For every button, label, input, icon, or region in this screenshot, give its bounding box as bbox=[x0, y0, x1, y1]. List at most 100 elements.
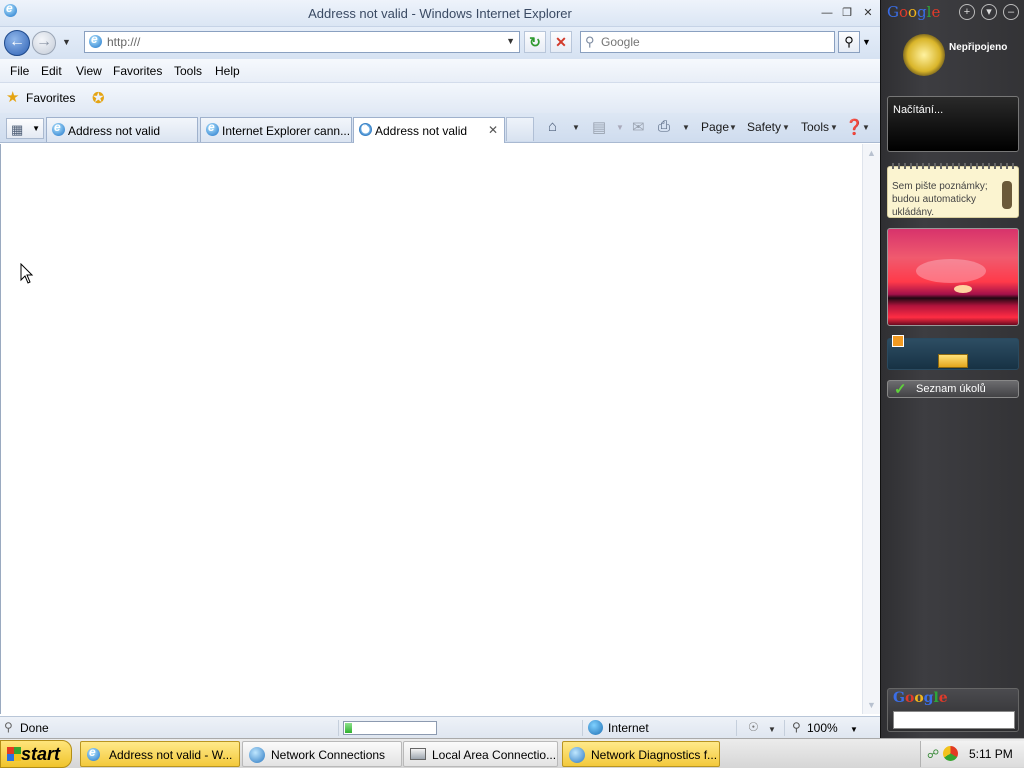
progress-bar bbox=[343, 721, 437, 735]
notes-scroll-handle[interactable] bbox=[1002, 181, 1012, 209]
stop-button[interactable]: ✕ bbox=[550, 31, 572, 53]
logo-letter: e bbox=[938, 690, 948, 706]
menu-view[interactable]: View bbox=[76, 64, 102, 78]
windows-flag-icon bbox=[7, 747, 21, 761]
menu-file[interactable]: File bbox=[10, 64, 29, 78]
zoom-level[interactable]: 100% bbox=[807, 721, 838, 735]
clock[interactable]: 5:11 PM bbox=[969, 747, 1013, 761]
refresh-button[interactable]: ↻ bbox=[524, 31, 546, 53]
feed-envelope-icon bbox=[938, 354, 968, 368]
zoom-icon[interactable]: ⚲ bbox=[792, 720, 801, 734]
feeds-icon[interactable]: ▤ bbox=[592, 118, 606, 136]
security-zone-label: Internet bbox=[608, 721, 649, 735]
scroll-down-icon[interactable]: ▼ bbox=[867, 700, 876, 710]
logo-letter: o bbox=[904, 690, 915, 706]
google-search-input[interactable] bbox=[893, 711, 1015, 729]
notes-text[interactable]: Sem pište poznámky; budou automaticky uk… bbox=[892, 180, 1000, 216]
google-desktop-sidebar: Google + ▾ – Nepřipojeno Načítání... Sem… bbox=[880, 0, 1024, 738]
taskbar-item-ie[interactable]: Address not valid - W... bbox=[80, 741, 240, 767]
taskbar-item-local-area-connection[interactable]: Local Area Connectio... bbox=[403, 741, 558, 767]
menu-help[interactable]: Help bbox=[215, 64, 240, 78]
refresh-icon: ↻ bbox=[529, 34, 541, 50]
protected-mode-dropdown-icon[interactable]: ▼ bbox=[768, 725, 776, 734]
close-tab-icon[interactable]: ✕ bbox=[488, 123, 498, 137]
loading-gadget[interactable]: Načítání... bbox=[887, 96, 1019, 152]
tab-list-dropdown-icon[interactable]: ▼ bbox=[32, 124, 40, 133]
rss-icon bbox=[892, 335, 904, 347]
address-dropdown-icon[interactable]: ▼ bbox=[506, 36, 515, 46]
system-tray: ☍ 5:11 PM bbox=[920, 741, 1024, 767]
search-box[interactable]: ⚲ bbox=[580, 31, 835, 53]
tab-address-not-valid-1[interactable]: Address not valid bbox=[46, 117, 198, 142]
sidebar-menu-icon[interactable]: ▾ bbox=[981, 4, 997, 20]
logo-letter: e bbox=[931, 3, 941, 21]
search-provider-icon: ⚲ bbox=[585, 34, 595, 49]
favorites-label: Favorites bbox=[26, 91, 76, 105]
todo-list-label: Seznam úkolů bbox=[916, 383, 986, 395]
network-tray-icon[interactable]: ☍ bbox=[927, 747, 939, 761]
address-input[interactable] bbox=[107, 34, 487, 50]
safety-menu[interactable]: Safety bbox=[747, 120, 781, 134]
page-content[interactable] bbox=[0, 144, 862, 714]
menu-edit[interactable]: Edit bbox=[41, 64, 62, 78]
search-options-dropdown-icon[interactable]: ▼ bbox=[862, 37, 871, 47]
todo-list-gadget[interactable]: ✓ Seznam úkolů bbox=[887, 380, 1019, 398]
start-button[interactable]: start bbox=[0, 740, 72, 768]
protected-mode-icon[interactable]: ☉ bbox=[748, 720, 759, 734]
photo-gadget[interactable] bbox=[887, 228, 1019, 326]
taskbar-item-network-diagnostics[interactable]: Network Diagnostics f... bbox=[562, 741, 720, 767]
mouse-cursor-icon bbox=[20, 263, 34, 284]
page-menu[interactable]: Page bbox=[701, 120, 729, 134]
scratch-pad-gadget[interactable]: Sem pište poznámky; budou automaticky uk… bbox=[887, 163, 1019, 218]
tools-dropdown-icon[interactable]: ▼ bbox=[830, 123, 838, 132]
back-button[interactable]: ← bbox=[4, 30, 30, 56]
tools-menu[interactable]: Tools bbox=[801, 120, 829, 134]
window-title: Address not valid - Windows Internet Exp… bbox=[308, 6, 572, 21]
page-dropdown-icon[interactable]: ▼ bbox=[729, 123, 737, 132]
search-input[interactable] bbox=[601, 34, 829, 50]
address-bar[interactable]: ▼ bbox=[84, 31, 520, 53]
tab-ie-cannot-display[interactable]: Internet Explorer cann... bbox=[200, 117, 352, 142]
google-desktop-tray-icon[interactable] bbox=[943, 746, 958, 761]
status-divider bbox=[582, 720, 583, 736]
title-bar[interactable]: Address not valid - Windows Internet Exp… bbox=[0, 0, 880, 27]
taskbar-item-network-connections[interactable]: Network Connections bbox=[242, 741, 402, 767]
network-icon bbox=[249, 747, 265, 763]
zoom-dropdown-icon[interactable]: ▼ bbox=[850, 725, 858, 734]
photo-sun bbox=[954, 285, 972, 293]
forward-button[interactable]: → bbox=[32, 31, 56, 55]
scroll-up-icon[interactable]: ▲ bbox=[867, 148, 876, 158]
feeds-dropdown-icon[interactable]: ▼ bbox=[616, 123, 624, 132]
recent-pages-dropdown-icon[interactable]: ▼ bbox=[62, 37, 71, 47]
navigation-bar: ← → ▼ ▼ ↻ ✕ ⚲ ⚲ ▼ bbox=[0, 27, 880, 59]
taskbar: start Address not valid - W... Network C… bbox=[0, 738, 1024, 768]
read-mail-icon[interactable]: ✉ bbox=[632, 118, 645, 136]
help-dropdown-icon[interactable]: ▼ bbox=[862, 123, 870, 132]
tab-address-not-valid-active[interactable]: Address not valid ✕ bbox=[353, 117, 505, 143]
menu-tools[interactable]: Tools bbox=[174, 64, 202, 78]
minimize-icon[interactable]: — bbox=[820, 6, 834, 20]
search-button[interactable]: ⚲ bbox=[838, 31, 860, 53]
new-tab-button[interactable] bbox=[506, 117, 534, 141]
menu-favorites[interactable]: Favorites bbox=[113, 64, 162, 78]
tab-ie-icon bbox=[52, 120, 65, 136]
status-text: Done bbox=[20, 721, 49, 735]
print-dropdown-icon[interactable]: ▼ bbox=[682, 123, 690, 132]
news-feed-gadget[interactable] bbox=[887, 335, 1019, 370]
close-icon[interactable]: ✕ bbox=[861, 6, 875, 20]
vertical-scrollbar[interactable]: ▲ ▼ bbox=[862, 144, 880, 714]
safety-dropdown-icon[interactable]: ▼ bbox=[782, 123, 790, 132]
print-icon[interactable]: ⎙ bbox=[658, 118, 670, 135]
home-dropdown-icon[interactable]: ▼ bbox=[572, 123, 580, 132]
quick-tabs-button[interactable]: ▦ ▼ bbox=[6, 118, 44, 139]
logo-letter: G bbox=[887, 3, 899, 21]
sidebar-minimize-icon[interactable]: – bbox=[1003, 4, 1019, 20]
user-avatar[interactable] bbox=[903, 34, 945, 76]
home-icon[interactable]: ⌂ bbox=[548, 118, 557, 135]
help-icon[interactable]: ❓ bbox=[845, 118, 864, 136]
start-label: start bbox=[21, 744, 61, 764]
restore-icon[interactable]: ❐ bbox=[840, 6, 854, 20]
add-to-favorites-icon[interactable]: ✪ bbox=[92, 89, 105, 107]
taskbar-item-label: Local Area Connectio... bbox=[432, 748, 557, 762]
add-gadget-icon[interactable]: + bbox=[959, 4, 975, 20]
